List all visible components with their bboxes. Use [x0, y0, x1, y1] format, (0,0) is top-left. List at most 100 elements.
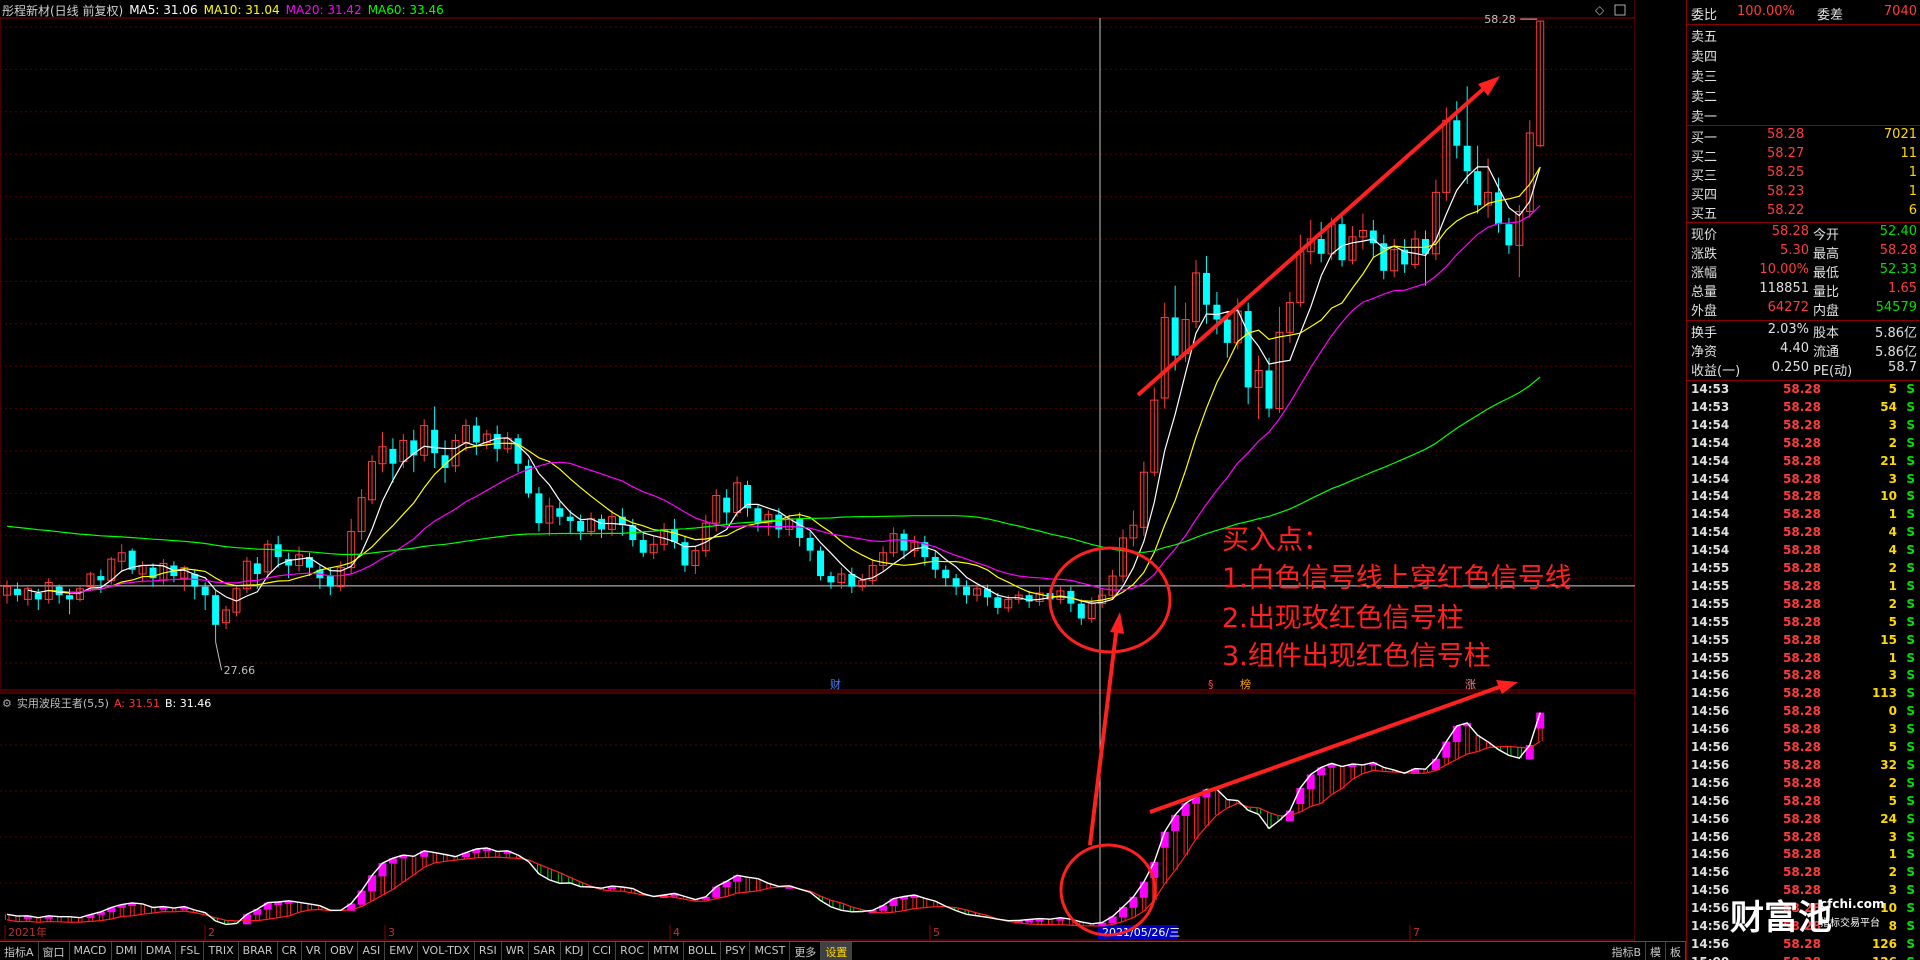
tick-row: 14:56 58.28 1 S [1687, 847, 1920, 865]
tick-time: 14:56 [1691, 865, 1730, 880]
tick-side: S [1906, 668, 1915, 683]
tab-11[interactable]: ASI [358, 942, 386, 960]
tick-time: 14:56 [1691, 919, 1730, 933]
tab-8[interactable]: CR [278, 942, 302, 960]
indicator-gear-icon[interactable]: ⚙ [2, 697, 12, 710]
tick-row: 14:55 58.28 2 S [1687, 597, 1920, 615]
tab-16[interactable]: SAR [529, 942, 561, 960]
cursor-date-label: 2021/05/26/三 [1102, 926, 1180, 939]
candle-body [900, 533, 908, 551]
tick-price: 58.28 [1783, 399, 1821, 414]
tick-price: 58.28 [1783, 561, 1821, 575]
order-ratio-label: 委比 [1691, 8, 1718, 23]
tab-5[interactable]: FSL [176, 942, 205, 960]
candle-body [827, 576, 835, 583]
tab-7[interactable]: BRAR [239, 942, 278, 960]
tick-volume: 5 [1888, 382, 1897, 396]
tab-12[interactable]: EMV [385, 942, 419, 960]
tick-volume: 4 [1888, 525, 1897, 540]
tab-14[interactable]: RSI [475, 942, 502, 960]
tab-22[interactable]: PSY [721, 942, 751, 960]
buy-level-label: 买五 [1691, 207, 1718, 222]
tab-15[interactable]: WR [502, 942, 530, 960]
time-tick-label: 2021年 [8, 925, 47, 939]
tab-20[interactable]: MTM [649, 942, 684, 960]
indicator-signal-bar [1119, 906, 1128, 918]
tick-time: 15:00 [1691, 955, 1729, 960]
tick-side: S [1906, 811, 1915, 826]
high-price-label: 58.28 [1484, 13, 1516, 26]
tick-row: 14:56 58.28 126 S [1687, 937, 1920, 955]
tick-price: 58.28 [1783, 596, 1821, 611]
indicator-line-a [6, 712, 1541, 926]
tick-price: 58.28 [1783, 793, 1821, 808]
sell-level-row: 卖四 [1687, 46, 1920, 65]
tab-10[interactable]: OBV [326, 942, 359, 960]
tick-row: 14:56 58.28 5 S [1687, 740, 1920, 758]
kline-chart-svg[interactable]: 58.0056.0054.0052.0050.0048.0046.0044.00… [0, 0, 1687, 945]
tick-time: 14:55 [1691, 561, 1730, 575]
order-diff-label: 委差 [1817, 8, 1844, 23]
tick-row: 14:54 58.28 1 S [1687, 507, 1920, 525]
tab-23[interactable]: MCST [750, 942, 791, 960]
stock-name[interactable]: 彤程新材(日线 前复权) [2, 2, 123, 19]
candle-body [566, 516, 574, 521]
quote-label: 涨跌 [1691, 247, 1718, 262]
tab-1[interactable]: 窗口 [39, 942, 70, 960]
diamond-icon: ◇ [1595, 3, 1605, 17]
tab-3[interactable]: DMI [112, 942, 142, 960]
tick-time: 14:54 [1691, 453, 1730, 468]
time-tick-label: 7 [1413, 926, 1420, 939]
tick-volume: 2 [1888, 865, 1897, 880]
tab-21[interactable]: BOLL [684, 942, 722, 960]
time-tick-label: 3 [388, 926, 395, 939]
tab-13[interactable]: VOL-TDX [418, 942, 475, 960]
tick-row: 14:54 58.28 3 S [1687, 418, 1920, 436]
ma5-value: MA5: 31.06 [129, 3, 198, 17]
tab-6[interactable]: TRIX [204, 942, 239, 960]
tab-9[interactable]: VR [302, 942, 327, 960]
tab-4[interactable]: DMA [142, 942, 177, 960]
candle-body [514, 438, 522, 464]
tick-row: 14:56 58.28 2 S [1687, 865, 1920, 883]
buy-level-price: 58.23 [1767, 184, 1805, 199]
ma10-value: MA10: 31.04 [203, 3, 280, 17]
tab-18[interactable]: CCI [589, 942, 617, 960]
tick-row: 14:54 58.28 3 S [1687, 472, 1920, 490]
tab-25[interactable]: 设置 [821, 942, 853, 960]
buy-level-row: 买一 58.28 7021 [1687, 127, 1920, 146]
indicator-title-bar: ⚙ 实用波段王者(5,5) A: 31.51 B: 31.46 [0, 695, 211, 711]
panel-divider [1687, 24, 1920, 25]
tick-row: 14:54 58.28 4 S [1687, 543, 1920, 561]
tab-24[interactable]: 更多 [790, 942, 822, 960]
tick-volume: 1 [1888, 847, 1897, 862]
tick-side: S [1906, 955, 1915, 960]
tick-row: 14:55 58.28 15 S [1687, 633, 1920, 651]
indicator-tab-bar: 指标A 窗口 MACD DMI DMA FSL TRIX BRAR CR VR OBV ASI EMV V… [0, 941, 1686, 960]
tick-side: S [1906, 829, 1915, 844]
indicator-signal-bar [242, 914, 251, 925]
tick-time: 14:55 [1691, 632, 1730, 647]
kline-chart-area[interactable]: 58.0056.0054.0052.0050.0048.0046.0044.00… [0, 0, 1687, 945]
tab-right-0[interactable]: 指标B [1607, 942, 1646, 960]
tab-17[interactable]: KDJ [561, 942, 589, 960]
tick-price: 58.28 [1783, 865, 1821, 880]
sell-level-label: 卖一 [1691, 110, 1718, 125]
quote-value: 5.30 [1780, 243, 1809, 258]
tick-price: 58.28 [1783, 722, 1821, 737]
candle-body [212, 595, 220, 625]
buy-level-volume: 6 [1908, 203, 1917, 218]
tick-time: 14:56 [1691, 757, 1730, 772]
indicator-signal-bar [1442, 741, 1451, 758]
tab-right-2[interactable]: 板 [1666, 942, 1686, 960]
tab-right-1[interactable]: 模 [1646, 942, 1666, 960]
tab-19[interactable]: ROC [616, 942, 650, 960]
tick-side: S [1906, 901, 1915, 916]
tab-2[interactable]: MACD [70, 942, 112, 960]
tab-0[interactable]: 指标A [0, 942, 39, 960]
tick-row: 14:56 58.28 0 S [1687, 704, 1920, 722]
tick-time: 14:54 [1691, 525, 1730, 540]
tick-price: 58.28 [1783, 417, 1821, 432]
indicator-name[interactable]: 实用波段王者(5,5) [17, 695, 109, 711]
indicator-signal-bar [357, 890, 366, 905]
